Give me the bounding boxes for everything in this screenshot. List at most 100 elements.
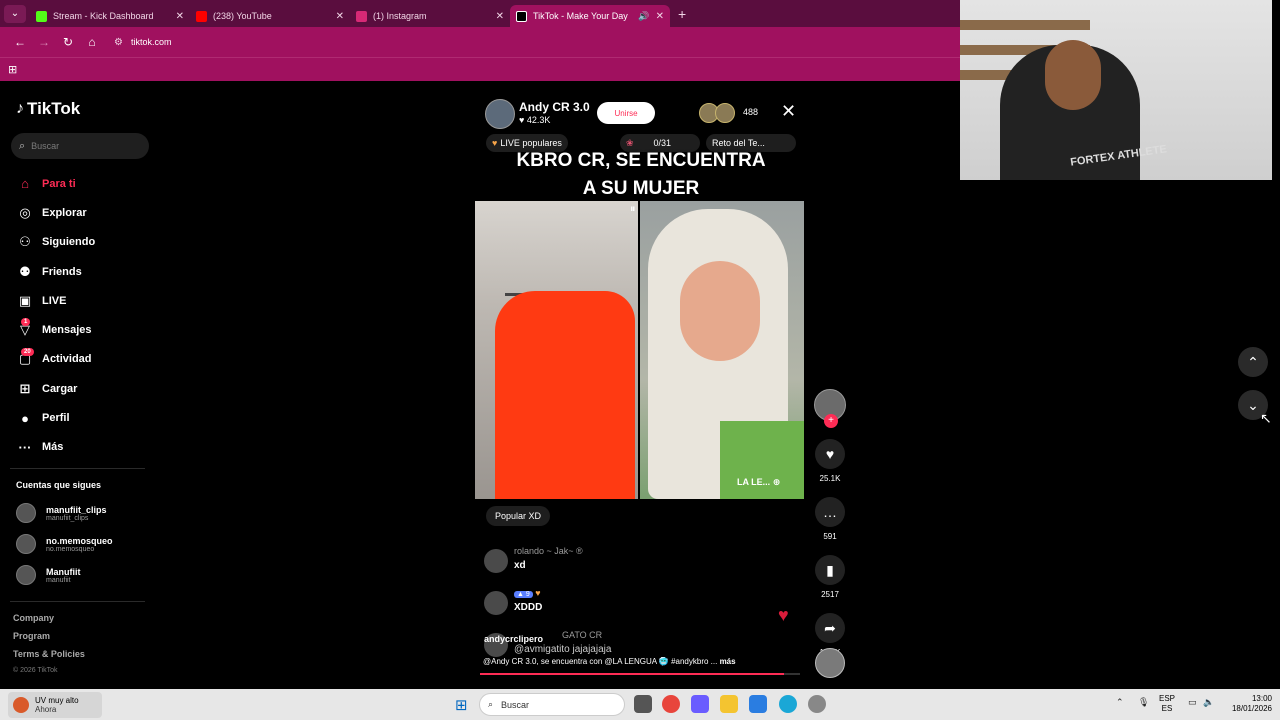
bookmark-icon[interactable]: ▮ [815, 555, 845, 585]
save-action[interactable]: ▮ 2517 [814, 555, 846, 599]
tab-kick[interactable]: Stream - Kick Dashboard ✕ [30, 5, 190, 27]
sidebar-item-mensajes[interactable]: ▽ 1 Mensajes [16, 315, 156, 344]
sidebar-item-friends[interactable]: ⚉ Friends [16, 257, 156, 286]
tiktok-logo[interactable]: ♪ TikTok [16, 99, 80, 119]
share-icon[interactable]: ➦ [815, 613, 845, 643]
url-field[interactable]: ⚙ tiktok.com [114, 37, 171, 48]
close-tab-icon[interactable]: ✕ [496, 11, 504, 22]
tab-youtube[interactable]: (238) YouTube ✕ [190, 5, 350, 27]
search-input[interactable]: ⌕ Buscar [11, 133, 149, 159]
add-guest-icon[interactable]: ⊕ [773, 477, 781, 487]
windows-start-icon[interactable]: ⊞ [455, 696, 468, 714]
host-video-feed [475, 201, 638, 499]
close-tab-icon[interactable]: ✕ [336, 11, 344, 22]
file-explorer-icon[interactable] [720, 695, 738, 713]
task-view-icon[interactable] [634, 695, 652, 713]
host-name[interactable]: Andy CR 3.0 [519, 100, 590, 114]
caption-user[interactable]: andycrclipero [484, 634, 543, 644]
edge-icon[interactable] [779, 695, 797, 713]
sidebar-item-para-ti[interactable]: ⌂ Para ti [16, 169, 156, 198]
close-tab-icon[interactable]: ✕ [656, 11, 664, 22]
site-info-icon[interactable]: ⚙ [114, 37, 123, 48]
speaker-icon[interactable]: 🔊 [638, 11, 649, 22]
action-rail: + ♥25.1K …591 ▮2517 ➦18.3K [814, 389, 848, 657]
apps-grid-icon[interactable]: ⊞ [8, 63, 17, 76]
volume-icon[interactable]: 🔈 [1203, 697, 1214, 708]
new-tab-icon[interactable]: + [678, 6, 686, 22]
network-icon[interactable]: ▭ [1188, 697, 1197, 708]
clock[interactable]: 13:00 18/01/2026 [1222, 694, 1272, 714]
footer-program-link[interactable]: Program [13, 631, 85, 649]
close-icon[interactable]: ✕ [781, 101, 796, 122]
weather-widget[interactable]: UV muy alto Ahora [8, 692, 102, 718]
caption-more-link[interactable]: más [720, 657, 736, 666]
sidebar-item-explorar[interactable]: ◎ Explorar [16, 198, 156, 227]
obs-icon[interactable] [808, 695, 826, 713]
popular-chip[interactable]: Popular XD [486, 506, 551, 526]
tab-tiktok[interactable]: TikTok - Make Your Day 🔊 ✕ [510, 5, 670, 27]
account-name: no.memosqueo [46, 535, 113, 546]
home-browser-icon[interactable]: ⌂ [80, 35, 104, 49]
forward-icon[interactable]: → [32, 35, 56, 49]
comment-action[interactable]: … 591 [814, 497, 846, 541]
following-account[interactable]: no.memosqueo no.memosqueo [16, 531, 113, 557]
language-indicator[interactable]: ESP ES [1159, 694, 1175, 714]
previous-video-button[interactable]: ⌃ [1238, 347, 1268, 377]
tab-search-button[interactable]: ⌄ [4, 4, 26, 23]
follow-plus-icon[interactable]: + [824, 414, 838, 428]
heart-icon[interactable]: ♥ [815, 439, 845, 469]
avatar[interactable] [484, 549, 508, 573]
copilot-icon[interactable] [691, 695, 709, 713]
headline-line: A SU MUJER [582, 178, 700, 199]
sidebar-item-cargar[interactable]: ⊞ Cargar [16, 374, 156, 403]
top-viewers[interactable] [699, 103, 739, 123]
sidebar-item-label: Para ti [42, 177, 76, 190]
home-icon: ⌂ [21, 176, 29, 192]
live-video[interactable]: ⏸ LA LE... ⊕ [475, 201, 804, 499]
more-icon: ··· [18, 439, 32, 455]
close-tab-icon[interactable]: ✕ [176, 11, 184, 22]
tray-chevron-icon[interactable]: ⌃ [1116, 697, 1124, 708]
sidebar-item-perfil[interactable]: ● Perfil [16, 403, 156, 432]
store-icon[interactable] [749, 695, 767, 713]
chrome-icon[interactable] [662, 695, 680, 713]
save-count: 2517 [821, 590, 839, 599]
creator-avatar[interactable]: + [814, 389, 846, 428]
following-account[interactable]: Manufiit manufiit [16, 562, 81, 588]
like-action[interactable]: ♥ 25.1K [814, 439, 846, 483]
chat-user[interactable]: GATO CR [562, 630, 602, 640]
following-account[interactable]: manufiit_clips manufiit_clips [16, 500, 107, 526]
face-shape [680, 261, 760, 361]
reload-icon[interactable]: ↻ [56, 35, 80, 49]
chat-user[interactable]: rolando ~ Jak~ ® [514, 546, 583, 556]
taskbar-search[interactable]: ⌕ Buscar [479, 693, 625, 716]
tab-instagram[interactable]: (1) Instagram ✕ [350, 5, 510, 27]
kick-favicon-icon [36, 10, 47, 22]
sound-avatar[interactable] [815, 648, 845, 678]
footer-terms-link[interactable]: Terms & Policies [13, 649, 85, 667]
join-button[interactable]: Unirse [597, 102, 655, 124]
pause-icon[interactable]: ⏸ [630, 203, 636, 216]
compass-icon: ◎ [19, 204, 31, 220]
clock-date: 18/01/2026 [1231, 704, 1272, 713]
account-name: Manufiit [46, 566, 81, 577]
sidebar-item-actividad[interactable]: ▢ 20 Actividad [16, 345, 156, 374]
avatar [16, 503, 36, 523]
host-avatar[interactable] [485, 99, 515, 129]
comment-icon[interactable]: … [815, 497, 845, 527]
sidebar-item-live[interactable]: ▣ LIVE [16, 286, 156, 315]
caption-text: @Andy CR 3.0, se encuentra con @LA LENGU… [483, 657, 718, 666]
avatar[interactable] [484, 591, 508, 615]
video-progress-bar[interactable] [480, 673, 800, 675]
chat-message: rolando ~ Jak~ ® xd [484, 544, 804, 586]
microphone-icon[interactable]: 🎙 [1138, 697, 1149, 708]
bookmarks-bar: ⊞ [0, 57, 960, 81]
guest-label[interactable]: LA LE... ⊕ [737, 477, 780, 488]
sidebar-item-mas[interactable]: ··· Más [16, 433, 156, 462]
sidebar-item-label: LIVE [42, 294, 67, 307]
footer-company-link[interactable]: Company [13, 613, 85, 631]
tiktok-note-icon: ♪ [16, 100, 24, 117]
chat-text: xd [514, 560, 526, 571]
sidebar-item-siguiendo[interactable]: ⚇ Siguiendo [16, 228, 156, 257]
back-icon[interactable]: ← [8, 35, 32, 49]
